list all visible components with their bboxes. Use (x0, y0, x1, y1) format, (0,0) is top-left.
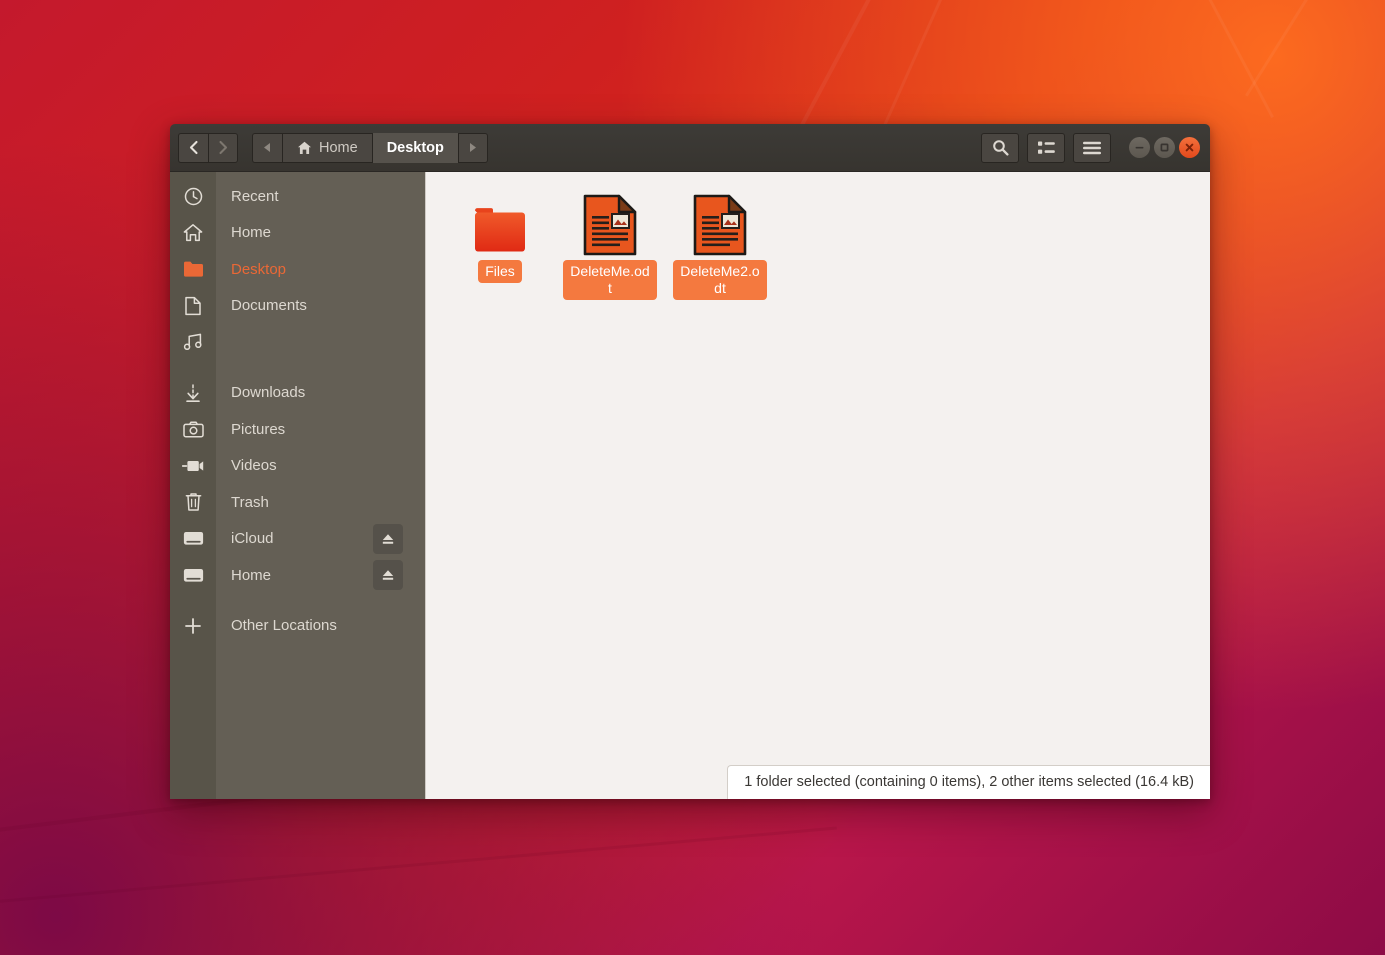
sidebar-item-downloads[interactable]: Downloads (170, 375, 425, 412)
headerbar-actions (981, 133, 1200, 163)
document-icon (170, 296, 216, 316)
minimize-icon (1134, 142, 1145, 153)
sidebar-item-label: iCloud (216, 530, 274, 547)
file-item-label: Files (478, 260, 522, 283)
clock-icon (170, 187, 216, 206)
sidebar-item-pictures[interactable]: Pictures (170, 411, 425, 448)
window-headerbar: Home Desktop (170, 124, 1210, 172)
file-list: Files (452, 194, 1210, 300)
file-item-document-1[interactable]: DeleteMe.odt (562, 194, 658, 300)
places-sidebar: Recent Home Desk (170, 172, 425, 799)
view-options-button[interactable] (1027, 133, 1065, 163)
sidebar-item-label: Pictures (216, 421, 285, 438)
folder-icon (170, 260, 216, 278)
sidebar-item-trash[interactable]: Trash (170, 484, 425, 521)
main-menu-button[interactable] (1073, 133, 1111, 163)
breadcrumb-home[interactable]: Home (282, 133, 372, 163)
sidebar-separator (170, 361, 425, 375)
file-item-document-2[interactable]: DeleteMe2.odt (672, 194, 768, 300)
eject-button-icloud[interactable] (373, 524, 403, 554)
plus-icon (170, 617, 216, 635)
file-icon-view[interactable]: Files (425, 172, 1210, 799)
sidebar-item-documents[interactable]: Documents (170, 288, 425, 325)
list-view-icon (1038, 141, 1055, 155)
eject-button-home[interactable] (373, 560, 403, 590)
forward-button[interactable] (208, 133, 238, 163)
minimize-button[interactable] (1129, 137, 1150, 158)
maximize-button[interactable] (1154, 137, 1175, 158)
search-button[interactable] (981, 133, 1019, 163)
trash-icon (170, 492, 216, 512)
sidebar-item-label: Other Locations (216, 617, 337, 634)
files-window: Home Desktop (170, 124, 1210, 799)
sidebar-item-label: Home (216, 224, 271, 241)
file-item-label: DeleteMe.odt (563, 260, 657, 300)
home-icon (170, 223, 216, 242)
sidebar-item-desktop[interactable]: Desktop (170, 251, 425, 288)
breadcrumb-desktop[interactable]: Desktop (372, 133, 458, 163)
pathbar: Home Desktop (252, 133, 488, 163)
sidebar-item-label: Documents (216, 297, 307, 314)
eject-icon (381, 568, 395, 582)
sidebar-item-label: Trash (216, 494, 269, 511)
maximize-icon (1159, 142, 1170, 153)
sidebar-item-home[interactable]: Home (170, 215, 425, 252)
sidebar-item-icloud[interactable]: iCloud (170, 521, 425, 558)
pathbar-scroll-right-button[interactable] (458, 133, 488, 163)
download-icon (170, 383, 216, 403)
search-icon (992, 139, 1009, 156)
breadcrumb-desktop-label: Desktop (373, 133, 458, 163)
home-icon (297, 141, 312, 155)
wallpaper-pattern-line (0, 827, 837, 908)
wallpaper-pattern-line (1245, 0, 1327, 97)
window-body: Recent Home Desk (170, 172, 1210, 799)
eject-icon (381, 532, 395, 546)
writer-document-icon (693, 194, 747, 256)
triangle-right-icon (469, 143, 476, 152)
wallpaper-pattern-line (1177, 0, 1274, 118)
hamburger-menu-icon (1083, 141, 1101, 155)
writer-document-icon (583, 194, 637, 256)
sidebar-item-label: Recent (216, 188, 279, 205)
triangle-left-icon (264, 143, 271, 152)
status-bar: 1 folder selected (containing 0 items), … (727, 765, 1210, 799)
sidebar-separator (170, 594, 425, 608)
close-button[interactable] (1179, 137, 1200, 158)
breadcrumb-home-label: Home (319, 140, 358, 156)
sidebar-item-other-locations[interactable]: Other Locations (170, 608, 425, 645)
camera-icon (170, 421, 216, 438)
sidebar-item-videos[interactable]: Videos (170, 448, 425, 485)
sidebar-item-label: Desktop (216, 261, 286, 278)
chevron-right-icon (217, 140, 230, 155)
desktop-wallpaper: Home Desktop (0, 0, 1385, 955)
sidebar-item-music[interactable] (170, 324, 425, 361)
back-button[interactable] (178, 133, 208, 163)
folder-icon (471, 194, 529, 256)
file-item-folder[interactable]: Files (452, 194, 548, 283)
close-icon (1184, 142, 1195, 153)
file-item-label: DeleteMe2.odt (673, 260, 767, 300)
sidebar-item-recent[interactable]: Recent (170, 178, 425, 215)
sidebar-item-label: Home (216, 567, 271, 584)
drive-icon (170, 531, 216, 546)
sidebar-item-home-drive[interactable]: Home (170, 557, 425, 594)
drive-icon (170, 568, 216, 583)
window-controls (1129, 137, 1200, 158)
music-icon (170, 333, 216, 351)
navigation-buttons (178, 133, 238, 163)
sidebar-item-label: Downloads (216, 384, 305, 401)
video-icon (170, 459, 216, 473)
sidebar-item-label: Videos (216, 457, 277, 474)
pathbar-scroll-left-button[interactable] (252, 133, 282, 163)
chevron-left-icon (187, 140, 200, 155)
